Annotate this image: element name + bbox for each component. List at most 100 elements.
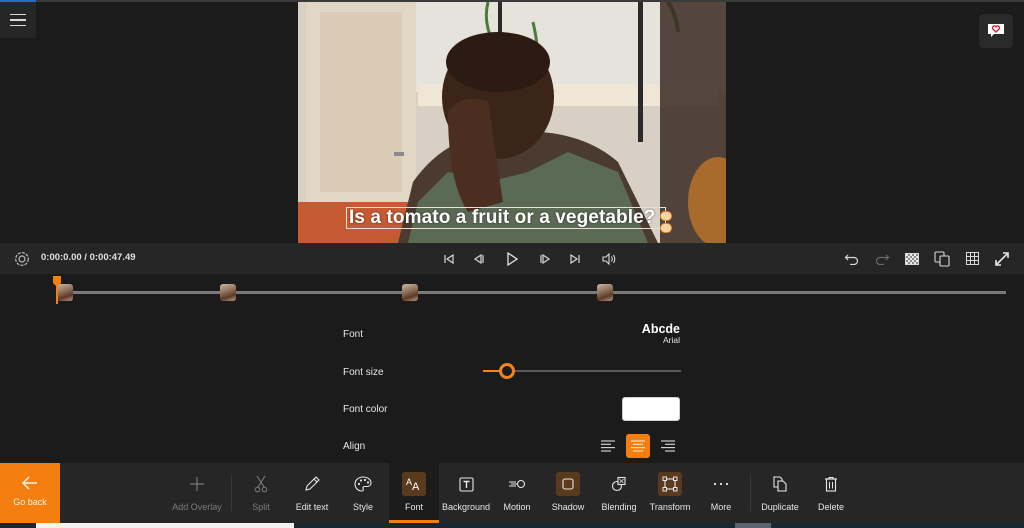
undo-icon	[844, 254, 859, 265]
fullscreen-icon	[995, 251, 1009, 266]
font-label: Font	[343, 329, 364, 340]
volume-button[interactable]	[600, 243, 620, 274]
motion-label: Motion	[503, 502, 531, 512]
video-editor: Is a tomato a fruit or a vegetable? 0:00…	[0, 0, 1024, 528]
volume-icon	[602, 252, 616, 265]
skip-to-start-button[interactable]	[440, 243, 458, 274]
pencil-icon	[305, 476, 320, 491]
font-color-label: Font color	[343, 404, 388, 415]
font-name: Arial	[662, 335, 680, 345]
caption-text: Is a tomato a fruit or a vegetable?	[349, 207, 656, 228]
edit-text-button[interactable]: Edit text	[286, 463, 338, 523]
checkerboard-icon	[905, 252, 919, 265]
shadow-icon	[562, 478, 574, 490]
duplicate-icon	[773, 476, 787, 492]
go-back-button[interactable]: Go back	[0, 463, 60, 523]
font-size-label: Font size	[343, 367, 384, 378]
slider-knob[interactable]	[498, 363, 515, 379]
taskbar-strip	[0, 523, 1024, 528]
background-button[interactable]: Background	[439, 463, 493, 523]
caption-resize-handle[interactable]	[660, 211, 672, 221]
align-label: Align	[343, 441, 366, 452]
next-frame-icon	[540, 253, 551, 264]
edit-text-label: Edit text	[295, 502, 329, 512]
font-size-icon: AA	[406, 477, 420, 491]
skip-to-end-button[interactable]	[566, 243, 584, 274]
font-tab-label: Font	[404, 502, 423, 512]
clip-thumbnail[interactable]	[597, 284, 613, 301]
transform-button[interactable]: Transform	[644, 463, 696, 523]
redo-icon	[875, 254, 890, 265]
skip-to-start-icon	[444, 253, 454, 264]
align-right-icon	[661, 440, 675, 452]
copy-frame-icon	[934, 250, 950, 267]
feedback-button[interactable]	[979, 14, 1013, 48]
duplicate-button[interactable]: Duplicate	[754, 463, 806, 523]
previous-frame-button[interactable]	[470, 243, 488, 274]
more-icon	[713, 482, 729, 486]
split-button[interactable]: Split	[236, 463, 286, 523]
transparency-button[interactable]	[902, 243, 922, 274]
delete-button[interactable]: Delete	[806, 463, 856, 523]
style-button[interactable]: Style	[338, 463, 388, 523]
copy-frame-button[interactable]	[932, 243, 952, 274]
font-color-swatch[interactable]	[622, 397, 680, 421]
blending-label: Blending	[601, 502, 637, 512]
plus-icon	[190, 477, 204, 491]
motion-button[interactable]: Motion	[493, 463, 541, 523]
blending-icon	[611, 476, 626, 492]
align-right-button[interactable]	[656, 434, 680, 458]
shadow-button[interactable]: Shadow	[543, 463, 593, 523]
split-label: Split	[252, 502, 270, 512]
previous-frame-icon	[473, 253, 484, 264]
arrow-left-icon	[21, 476, 37, 490]
skip-to-end-icon	[570, 253, 580, 264]
align-left-button[interactable]	[596, 434, 620, 458]
playback-control-bar: 0:00:0.00 / 0:00:47.49	[0, 243, 1024, 274]
caption-rotate-handle[interactable]	[660, 223, 672, 233]
style-label: Style	[352, 502, 373, 512]
hamburger-menu-icon	[10, 12, 26, 29]
font-picker[interactable]: Abcde Arial	[642, 323, 680, 345]
palette-icon	[354, 476, 372, 492]
timeline[interactable]	[0, 274, 1024, 314]
taskbar-segment	[36, 523, 294, 528]
undo-button[interactable]	[842, 243, 862, 274]
font-size-slider[interactable]	[483, 362, 681, 380]
add-overlay-button[interactable]: Add Overlay	[169, 463, 225, 523]
next-frame-button[interactable]	[536, 243, 554, 274]
time-display: 0:00:0.00 / 0:00:47.49	[41, 252, 136, 263]
blending-button[interactable]: Blending	[594, 463, 644, 523]
grid-icon	[965, 252, 979, 265]
bottom-toolbar: Go back Add Overlay Split Edit text Styl…	[0, 463, 1024, 523]
align-center-button[interactable]	[626, 434, 650, 458]
timeline-track[interactable]	[56, 291, 1006, 294]
settings-button[interactable]	[12, 243, 32, 274]
background-label: Background	[441, 502, 491, 512]
play-button[interactable]	[502, 243, 522, 274]
redo-button[interactable]	[872, 243, 892, 274]
video-preview[interactable]: Is a tomato a fruit or a vegetable?	[298, 2, 726, 243]
play-icon	[507, 251, 518, 266]
fullscreen-button[interactable]	[992, 243, 1012, 274]
scissors-icon	[254, 475, 268, 493]
clip-thumbnail[interactable]	[220, 284, 236, 301]
go-back-label: Go back	[13, 497, 47, 507]
transform-label: Transform	[649, 502, 691, 512]
playhead[interactable]	[53, 276, 61, 304]
taskbar-segment	[735, 523, 771, 528]
motion-icon	[509, 479, 526, 489]
align-center-icon	[631, 440, 645, 452]
heart-chat-icon	[988, 24, 1004, 37]
font-tab-button[interactable]: AA Font	[389, 463, 439, 523]
gear-icon	[15, 251, 29, 266]
menu-button[interactable]	[0, 2, 36, 38]
add-overlay-label: Add Overlay	[172, 502, 222, 512]
caption-text-box[interactable]: Is a tomato a fruit or a vegetable?	[346, 207, 666, 229]
toolbar-separator	[231, 475, 232, 511]
transform-icon	[662, 476, 678, 492]
clip-thumbnail[interactable]	[402, 284, 418, 301]
align-left-icon	[601, 440, 615, 452]
grid-button[interactable]	[962, 243, 982, 274]
more-button[interactable]: More	[696, 463, 746, 523]
